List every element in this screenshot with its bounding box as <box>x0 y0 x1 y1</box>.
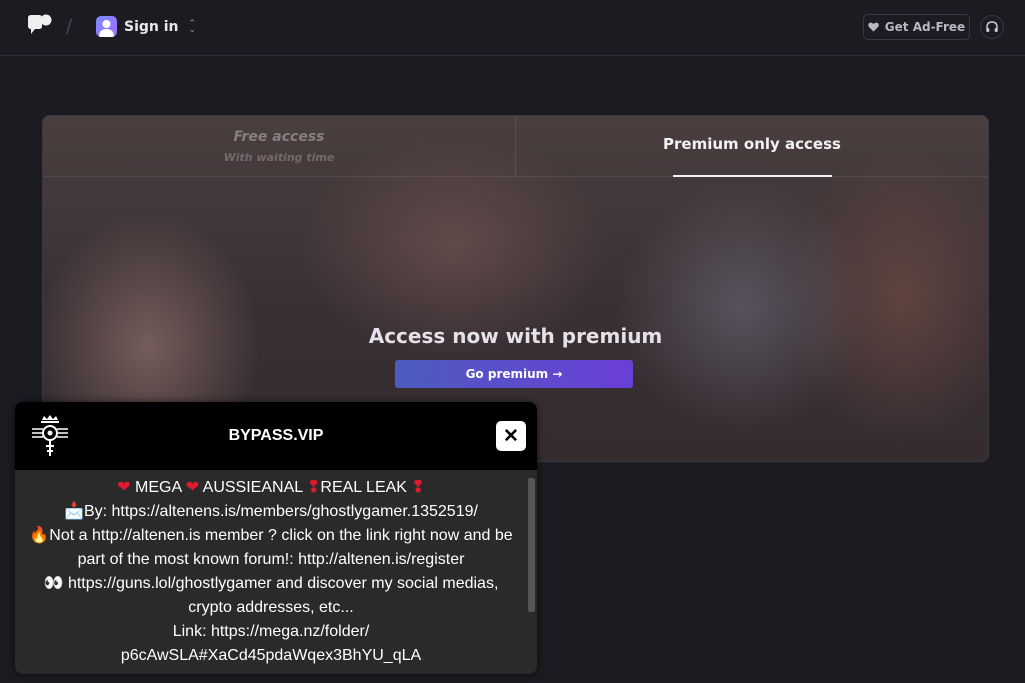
headset-icon <box>986 21 998 32</box>
popup-header: BYPASS.VIP ✕ <box>15 402 537 470</box>
top-bar: / Sign in ⌃ ⌄ Get Ad-Free <box>0 0 1025 56</box>
message-line-2: 📩By: https://altenens.is/members/ghostly… <box>23 500 519 524</box>
exclamation-icon: ❢ <box>307 479 321 496</box>
exclamation-icon: ❢ <box>411 479 425 496</box>
go-premium-button[interactable]: Go premium → <box>395 360 633 388</box>
message-text: MEGA <box>130 479 186 496</box>
heart-icon: ❤ <box>185 479 200 496</box>
heart-icon: ❤ <box>117 479 131 496</box>
close-button[interactable]: ✕ <box>496 421 526 451</box>
breadcrumb-separator: / <box>66 16 73 37</box>
author-link-text[interactable]: By: https://altenens.is/members/ghostlyg… <box>84 503 478 520</box>
message-text: REAL LEAK <box>320 479 412 496</box>
message-line-1: ❤ MEGA ❤ AUSSIEANAL ❢REAL LEAK ❢ <box>23 476 519 500</box>
close-icon: ✕ <box>503 425 519 447</box>
active-tab-indicator <box>673 175 832 177</box>
bypass-popup: BYPASS.VIP ✕ ❤ MEGA ❤ AUSSIEANAL ❢REAL L… <box>15 402 537 674</box>
message-line-3: 🔥Not a http://altenen.is member ? click … <box>23 524 519 572</box>
get-ad-free-button[interactable]: Get Ad-Free <box>863 14 970 40</box>
message-line-4: 👀 https://guns.lol/ghostlygamer and disc… <box>23 572 519 620</box>
fire-icon: 🔥 <box>29 527 50 544</box>
eyes-icon: 👀 <box>43 575 64 592</box>
tab-free-access[interactable]: Free access With waiting time <box>43 116 515 176</box>
chat-logo-icon[interactable] <box>26 14 54 40</box>
message-text: AUSSIEANAL <box>199 479 307 496</box>
get-ad-free-label: Get Ad-Free <box>884 20 966 34</box>
avatar-icon <box>96 16 117 37</box>
message-line-5[interactable]: Link: https://mega.nz/folder/ p6cAwSLA#X… <box>23 620 519 668</box>
register-text[interactable]: Not a http://altenen.is member ? click o… <box>49 527 512 568</box>
tab-premium-title: Premium only access <box>663 135 841 153</box>
social-link-text[interactable]: https://guns.lol/ghostlygamer and discov… <box>64 575 498 616</box>
popup-message: ❤ MEGA ❤ AUSSIEANAL ❢REAL LEAK ❢ 📩By: ht… <box>23 476 519 668</box>
tab-free-subtitle: With waiting time <box>223 150 335 164</box>
tab-premium-access[interactable]: Premium only access <box>515 116 988 177</box>
chevron-updown-icon: ⌃ ⌄ <box>188 18 197 35</box>
access-heading: Access now with premium <box>368 324 663 348</box>
popup-title: BYPASS.VIP <box>228 427 324 444</box>
sign-in-label: Sign in <box>124 18 179 35</box>
support-button[interactable] <box>980 15 1004 39</box>
sign-in-button[interactable]: Sign in ⌃ ⌄ <box>96 16 196 37</box>
popup-scrollbar[interactable] <box>528 478 535 612</box>
tab-free-title: Free access <box>233 128 325 145</box>
heart-icon <box>868 22 879 32</box>
envelope-icon: 📩 <box>64 503 84 520</box>
access-tabs: Free access With waiting time Premium on… <box>43 116 988 177</box>
